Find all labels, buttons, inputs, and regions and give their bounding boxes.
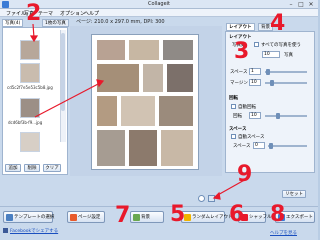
collage-photo[interactable] (142, 63, 164, 93)
template-select-label: テンプレートの選択 (14, 215, 55, 220)
reset-button[interactable]: リセット (282, 190, 306, 198)
tab-layout[interactable]: レイアウト (226, 23, 255, 31)
facebook-icon (3, 228, 8, 233)
margin-label: マージン (230, 81, 248, 86)
file-thumbnail[interactable] (20, 63, 40, 83)
collage-photo[interactable] (128, 129, 158, 167)
template-icon (6, 214, 13, 221)
rotation-heading: 回転 (229, 96, 238, 101)
page-info: ページ: 210.0 x 297.0 mm, DPI: 300 (76, 19, 165, 25)
collage-photo[interactable] (158, 95, 194, 127)
photo-count-unit: 写真 (284, 53, 293, 58)
file-thumbnail[interactable] (20, 98, 40, 118)
template-select-button[interactable]: テンプレートの選択 (3, 211, 55, 223)
delete-button[interactable]: 削除 (24, 164, 40, 172)
auto-rotate-checkbox[interactable] (231, 104, 236, 109)
background-label: 背景 (141, 215, 150, 220)
margin-input[interactable]: 10 (249, 79, 261, 86)
use-all-label: すべての写真を使う (261, 43, 302, 48)
menu-options[interactable]: オプション (60, 10, 85, 17)
collage-photo[interactable] (96, 95, 118, 127)
annotation-2: 2 (26, 1, 42, 26)
collage-photo[interactable] (96, 129, 126, 167)
help-link[interactable]: ヘルプを見る (270, 230, 297, 236)
spacing-label: スペース (230, 70, 248, 75)
tab-photos[interactable]: 写真(4) (2, 19, 24, 27)
space-input[interactable]: 0 (253, 142, 265, 149)
file-thumbnail[interactable] (20, 40, 40, 60)
background-icon (133, 214, 140, 221)
export-label: エクスポート (286, 215, 313, 220)
file-thumbnail[interactable] (20, 132, 40, 152)
collage-photo[interactable] (160, 129, 194, 167)
tab-single-photo[interactable]: 1枚の写真 (42, 19, 69, 27)
space-heading: スペース (229, 127, 247, 132)
spacing-slider[interactable] (265, 71, 307, 73)
collage-photo[interactable] (166, 63, 194, 93)
page-setup-button[interactable]: ページ設定 (67, 211, 105, 223)
zoom-icon[interactable] (198, 195, 205, 202)
collage-photo[interactable] (128, 39, 160, 61)
collage-photo[interactable] (96, 63, 140, 93)
file-name: dcd6bf3b-f9...jpg (8, 120, 43, 125)
collage-page[interactable] (91, 34, 199, 170)
page-setup-icon (70, 214, 77, 221)
scrollbar-thumb[interactable] (61, 33, 65, 111)
file-name: cd5c2f7e5e53c5b8.jpg (7, 85, 53, 90)
maximize-button[interactable]: □ (296, 1, 306, 8)
close-button[interactable]: ✕ (306, 1, 316, 8)
spacing-input[interactable]: 1 (249, 68, 261, 75)
window-title: Collageit (148, 1, 170, 7)
clear-button[interactable]: クリア (43, 164, 61, 172)
space-slider-knob[interactable] (269, 143, 273, 149)
auto-space-checkbox[interactable] (231, 134, 236, 139)
collage-photo[interactable] (120, 95, 156, 127)
background-button[interactable]: 背景 (130, 211, 164, 223)
annotation-5: 5 (170, 202, 186, 227)
minimize-button[interactable]: – (286, 1, 296, 8)
collage-photo[interactable] (96, 39, 126, 61)
space-label: スペース (233, 144, 251, 149)
menu-help[interactable]: ヘルプ (84, 10, 99, 17)
annotation-7: 7 (115, 203, 131, 228)
annotation-3: 3 (234, 39, 250, 64)
fit-page-icon[interactable] (208, 195, 215, 202)
annotation-8: 8 (270, 202, 286, 227)
page-setup-label: ページ設定 (78, 215, 101, 220)
shuffle-label: シャッフル (249, 215, 272, 220)
rotate-label: 回転 (233, 114, 242, 119)
random-layout-button[interactable]: ランダムレイアウト (181, 211, 233, 223)
facebook-share-link[interactable]: Facebookでシェアする (10, 228, 58, 234)
space-slider[interactable] (268, 145, 307, 147)
rotate-slider[interactable] (265, 115, 307, 117)
collage-photo[interactable] (162, 39, 194, 61)
use-all-checkbox[interactable] (254, 42, 259, 47)
spacing-slider-knob[interactable] (266, 69, 270, 75)
margin-slider-knob[interactable] (270, 80, 274, 86)
photo-count-input[interactable]: 10 (262, 51, 280, 58)
annotation-4: 4 (270, 11, 286, 36)
auto-rotate-label: 自動回転 (238, 105, 256, 110)
add-button[interactable]: 追加 (5, 164, 21, 172)
annotation-9: 9 (237, 162, 253, 187)
rotate-slider-knob[interactable] (276, 113, 280, 119)
auto-space-label: 自動スペース (238, 135, 265, 140)
random-layout-label: ランダムレイアウト (192, 215, 233, 220)
annotation-6: 6 (229, 202, 245, 227)
rotate-input[interactable]: 10 (249, 112, 261, 119)
menu-file[interactable]: ファイル (6, 10, 26, 17)
